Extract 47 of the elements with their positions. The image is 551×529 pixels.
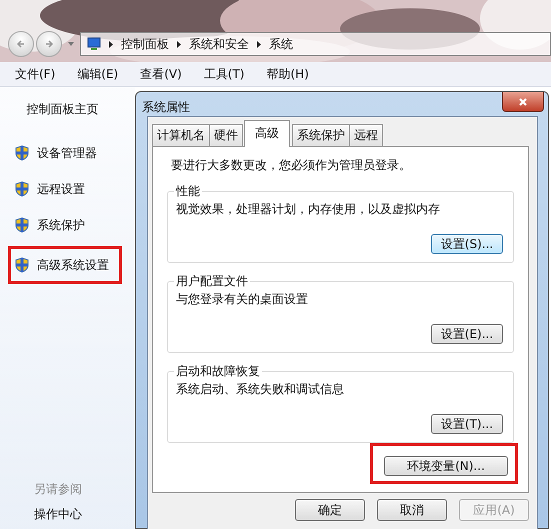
tab[interactable]: 高级 [244,120,290,147]
sidebar-item[interactable]: 高级系统设置 [8,246,122,284]
shield-icon [15,181,29,197]
group-title: 启动和故障恢复 [174,363,262,379]
window-title: 系统属性 [142,99,190,116]
dialog-button[interactable]: 取消 [377,499,447,521]
menu-item[interactable]: 工具(T) [204,66,244,82]
close-button[interactable] [502,92,544,112]
group-description: 与您登录有关的桌面设置 [176,291,309,308]
monitor-icon [87,37,101,51]
sidebar-link[interactable]: 操作中心 [34,506,135,523]
notice-text: 要进行大多数更改，您必须作为管理员登录。 [171,157,412,174]
tab[interactable]: 系统保护 [292,124,350,146]
tab[interactable]: 计算机名 [152,124,210,146]
environment-variables-button[interactable]: 环境变量(N)... [384,456,508,476]
back-icon [15,38,27,50]
group-description: 系统启动、系统失败和调试信息 [176,381,345,398]
shield-icon [15,145,29,161]
sidebar-item[interactable]: 远程设置 [8,174,122,204]
dialog-button[interactable]: 确定 [295,499,365,521]
chevron-icon [109,40,113,48]
settings-button[interactable]: 设置(S)... [431,234,503,254]
settings-button[interactable]: 设置(E)... [431,324,503,344]
tab[interactable]: 硬件 [209,124,243,146]
address-bar[interactable]: 控制面板 系统和安全 系统 [80,32,551,56]
group-title: 用户配置文件 [174,273,250,289]
breadcrumb[interactable]: 系统 [269,36,293,52]
group-description: 视觉效果，处理器计划，内存使用，以及虚拟内存 [176,201,441,218]
shield-icon [15,257,29,273]
menu-item[interactable]: 查看(V) [140,66,182,82]
menu-item[interactable]: 编辑(E) [77,66,118,82]
settings-button[interactable]: 设置(T)... [431,414,503,434]
tab[interactable]: 远程 [349,124,383,146]
chevron-icon [177,40,181,48]
breadcrumb[interactable]: 控制面板 [121,36,169,52]
chevron-icon [257,40,261,48]
sidebar-item[interactable]: 系统保护 [8,210,122,240]
shield-icon [15,217,29,233]
breadcrumb[interactable]: 系统和安全 [189,36,249,52]
sidebar-link[interactable]: 控制面板主页 [26,101,98,118]
menu-item[interactable]: 文件(F) [15,66,56,82]
menu-item[interactable]: 帮助(H) [266,66,309,82]
sidebar-item[interactable]: 设备管理器 [8,138,122,168]
section-heading: 另请参阅 [34,481,83,498]
forward-icon [43,38,55,50]
group-title: 性能 [174,183,202,199]
close-icon [518,96,528,106]
